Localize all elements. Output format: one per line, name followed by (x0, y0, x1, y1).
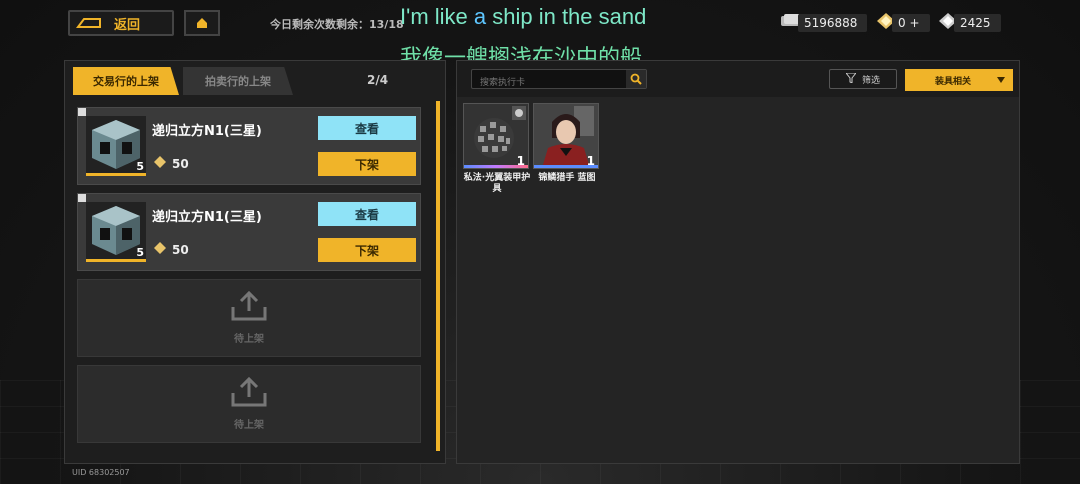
filter-icon (844, 72, 858, 86)
home-button[interactable] (184, 10, 220, 36)
empty-listing-slot[interactable]: 待上架 (77, 279, 421, 357)
crystal-value: 2425 (954, 14, 1001, 32)
card-quantity: 1 (516, 154, 525, 168)
back-arrow-icon (70, 12, 108, 34)
add-icon: + (909, 16, 920, 30)
price-value: 50 (172, 156, 189, 171)
search-input[interactable] (472, 74, 622, 92)
scrollbar[interactable] (436, 101, 440, 451)
price-value: 50 (172, 242, 189, 257)
sort-label: 装具相关 (935, 76, 972, 87)
coins-value: 5196888 (798, 14, 868, 32)
tab-trade-listings[interactable]: 交易行的上架 (73, 67, 179, 95)
page-indicator: 2/4 (367, 73, 389, 87)
view-button[interactable]: 查看 (318, 116, 416, 140)
inventory-panel: 筛选 装具相关 1 私法·光翼装甲护具 (456, 60, 1020, 464)
listing-card: 5 递归立方N1(三星) 50 查看 下架 (77, 107, 421, 185)
search-icon[interactable] (626, 70, 646, 88)
cube-item-icon[interactable]: 5 (86, 202, 146, 262)
gold-gem-icon (154, 242, 166, 257)
sort-dropdown[interactable]: 装具相关 (905, 69, 1013, 91)
item-price: 50 (154, 242, 189, 257)
subtitle-english-part3: ship in the sand (486, 4, 647, 29)
inventory-card[interactable]: 1 (533, 103, 599, 169)
my-listings-panel: 交易行的上架 拍卖行的上架 2/4 5 递归立方N1(三星) 50 查看 下架 (64, 60, 446, 464)
filter-button[interactable]: 筛选 (829, 69, 897, 89)
upload-icon (230, 290, 268, 327)
subtitle-english-part1: I'm like (400, 4, 474, 29)
item-quantity: 5 (136, 160, 144, 173)
delist-button[interactable]: 下架 (318, 152, 416, 176)
item-name: 递归立方N1(三星) (152, 210, 262, 225)
item-price: 50 (154, 156, 189, 171)
card-name: 锦鳞猎手 蓝图 (538, 173, 596, 183)
search-box (471, 69, 647, 92)
inventory-card[interactable]: 1 (463, 103, 529, 169)
corner-marker (78, 108, 86, 116)
subtitle-english-part2: a (473, 4, 487, 29)
upload-icon (230, 376, 268, 413)
daily-count: 今日剩余次数剩余：13/18 (270, 18, 404, 31)
card-quantity: 1 (586, 154, 595, 168)
dropdown-arrow-icon (997, 76, 1005, 86)
empty-slot-label: 待上架 (234, 420, 264, 431)
gold-gem-icon (154, 156, 166, 171)
home-icon (196, 14, 208, 33)
cube-item-icon[interactable]: 5 (86, 116, 146, 176)
gold-gem-amount: 0 (898, 16, 906, 30)
subtitle-english: I'm like a ship in the sand (400, 4, 646, 30)
empty-slot-label: 待上架 (234, 334, 264, 345)
filter-label: 筛选 (861, 75, 880, 86)
listing-card: 5 递归立方N1(三星) 50 查看 下架 (77, 193, 421, 271)
back-button[interactable]: 返回 (68, 10, 174, 36)
view-button[interactable]: 查看 (318, 202, 416, 226)
back-label: 返回 (114, 17, 141, 33)
corner-marker (78, 194, 86, 202)
currency-gold-gem[interactable]: 0 + (876, 13, 930, 33)
user-id: UID 68302507 (72, 468, 130, 477)
item-name: 递归立方N1(三星) (152, 124, 262, 139)
currency-crystal: 2425 (938, 13, 1001, 33)
gold-gem-value: 0 + (892, 14, 930, 32)
empty-listing-slot[interactable]: 待上架 (77, 365, 421, 443)
item-quantity: 5 (136, 246, 144, 259)
delist-button[interactable]: 下架 (318, 238, 416, 262)
tab-auction-listings[interactable]: 拍卖行的上架 (183, 67, 293, 95)
currency-coins: 5196888 (780, 13, 868, 33)
card-name: 私法·光翼装甲护具 (463, 173, 531, 194)
